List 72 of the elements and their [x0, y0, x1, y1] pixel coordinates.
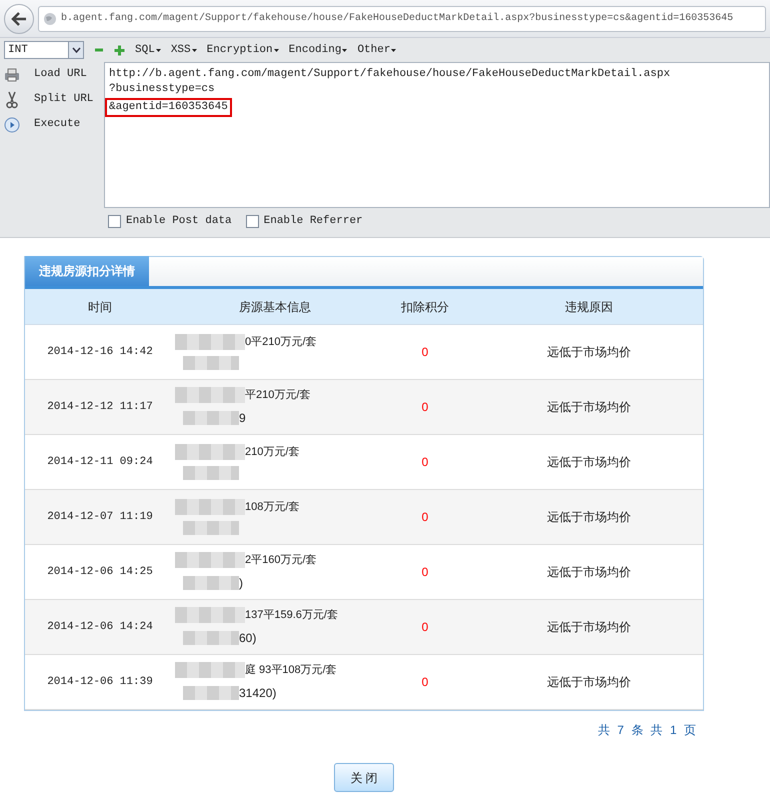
redaction-block — [183, 466, 239, 480]
redaction-block — [183, 356, 239, 370]
checkbox-label: Enable Post data — [126, 214, 232, 229]
redaction-block — [175, 607, 245, 623]
redaction-block — [183, 411, 239, 426]
menu-button[interactable]: SQL — [135, 42, 161, 58]
redaction-block — [183, 686, 239, 700]
back-arrow-icon — [11, 12, 27, 26]
reason-cell: 远低于市场均价 — [475, 600, 703, 655]
caret-icon — [342, 48, 348, 52]
redaction-block — [183, 576, 239, 590]
time-cell: 2014-12-07 11:19 — [25, 490, 175, 545]
play-icon — [4, 116, 20, 132]
caret-icon — [274, 48, 279, 52]
redaction-block — [175, 552, 245, 568]
caret-icon — [391, 48, 396, 52]
listing-info-text: 31420) — [239, 685, 276, 702]
points-cell: 0 — [375, 600, 475, 655]
type-select[interactable]: INT — [4, 41, 84, 59]
redaction-block — [175, 662, 245, 678]
back-button[interactable] — [4, 4, 34, 34]
url-line: http://b.agent.fang.com/magent/Support/fakehouse/house/FakeHouseDeductMarkDetail.aspx — [109, 67, 670, 82]
listing-info-text: 2平160万元/套 — [245, 552, 317, 568]
time-cell: 2014-12-12 11:17 — [25, 380, 175, 435]
redaction-block — [175, 334, 245, 350]
listing-info-text: 60) — [239, 630, 256, 648]
column-header: 时间 — [25, 289, 175, 325]
checkbox[interactable] — [246, 214, 259, 228]
url-line: &agentid=160353645 — [109, 100, 228, 115]
url-textarea[interactable]: http://b.agent.fang.com/magent/Support/fakehouse/house/FakeHouseDeductMarkDetail.aspx ?businesstype=cs &agentid=160353645 — [104, 62, 770, 208]
caret-icon — [156, 48, 161, 52]
scissors-icon — [6, 90, 18, 108]
column-header: 房源基本信息 — [175, 289, 375, 325]
listing-info-text: 137平159.6万元/套 — [245, 608, 338, 623]
checkbox-label: Enable Referrer — [264, 214, 363, 229]
redaction-block — [175, 444, 245, 460]
checkbox[interactable] — [108, 214, 121, 228]
listing-info-text: 庭 93平108万元/套 — [245, 662, 337, 678]
printer-icon — [4, 68, 20, 82]
column-header: 违规原因 — [475, 289, 703, 325]
column-header: 扣除积分 — [375, 289, 475, 325]
reason-cell: 远低于市场均价 — [475, 380, 703, 435]
hackbar-action[interactable]: Split URL — [4, 91, 104, 108]
globe-icon — [43, 12, 57, 26]
close-button[interactable]: 关 闭 — [334, 763, 394, 792]
listing-info-text: 108万元/套 — [245, 500, 300, 515]
points-cell: 0 — [375, 490, 475, 545]
url-line: ?businesstype=cs — [109, 82, 215, 97]
redaction-block — [175, 499, 245, 515]
reason-cell: 远低于市场均价 — [475, 490, 703, 545]
listing-info-text: 210万元/套 — [245, 444, 300, 460]
menu-button[interactable]: XSS — [170, 42, 197, 58]
listing-info-text: 9 — [239, 410, 246, 428]
url-text: b.agent.fang.com/magent/Support/fakehouse/house/FakeHouseDeductMarkDetail.aspx?businesstype=cs&agentid=160353645 — [61, 12, 734, 26]
pagination-text: 共 7 条 共 1 页 — [598, 722, 698, 739]
plus-icon[interactable] — [114, 44, 125, 56]
menu-button[interactable]: Other — [357, 42, 396, 58]
caret-icon — [192, 48, 197, 52]
address-field[interactable]: b.agent.fang.com/magent/Support/fakehouse/house/FakeHouseDeductMarkDetail.aspx?businesstype=cs&agentid=160353645 — [38, 6, 766, 32]
hackbar-action[interactable]: Execute — [4, 116, 104, 133]
listing-info-text: 平210万元/套 — [245, 388, 310, 403]
points-cell: 0 — [375, 380, 475, 435]
redaction-block — [183, 631, 239, 646]
listing-info-text: ) — [239, 575, 243, 592]
menu-button[interactable]: Encryption — [206, 42, 279, 58]
redaction-block — [183, 521, 239, 536]
menu-button[interactable]: Encoding — [288, 42, 348, 58]
redaction-block — [175, 387, 245, 403]
listing-info-text: 0平210万元/套 — [245, 334, 317, 350]
hackbar-action[interactable]: Load URL — [4, 66, 104, 83]
time-cell: 2014-12-06 14:24 — [25, 600, 175, 655]
dropdown-icon — [68, 42, 83, 58]
